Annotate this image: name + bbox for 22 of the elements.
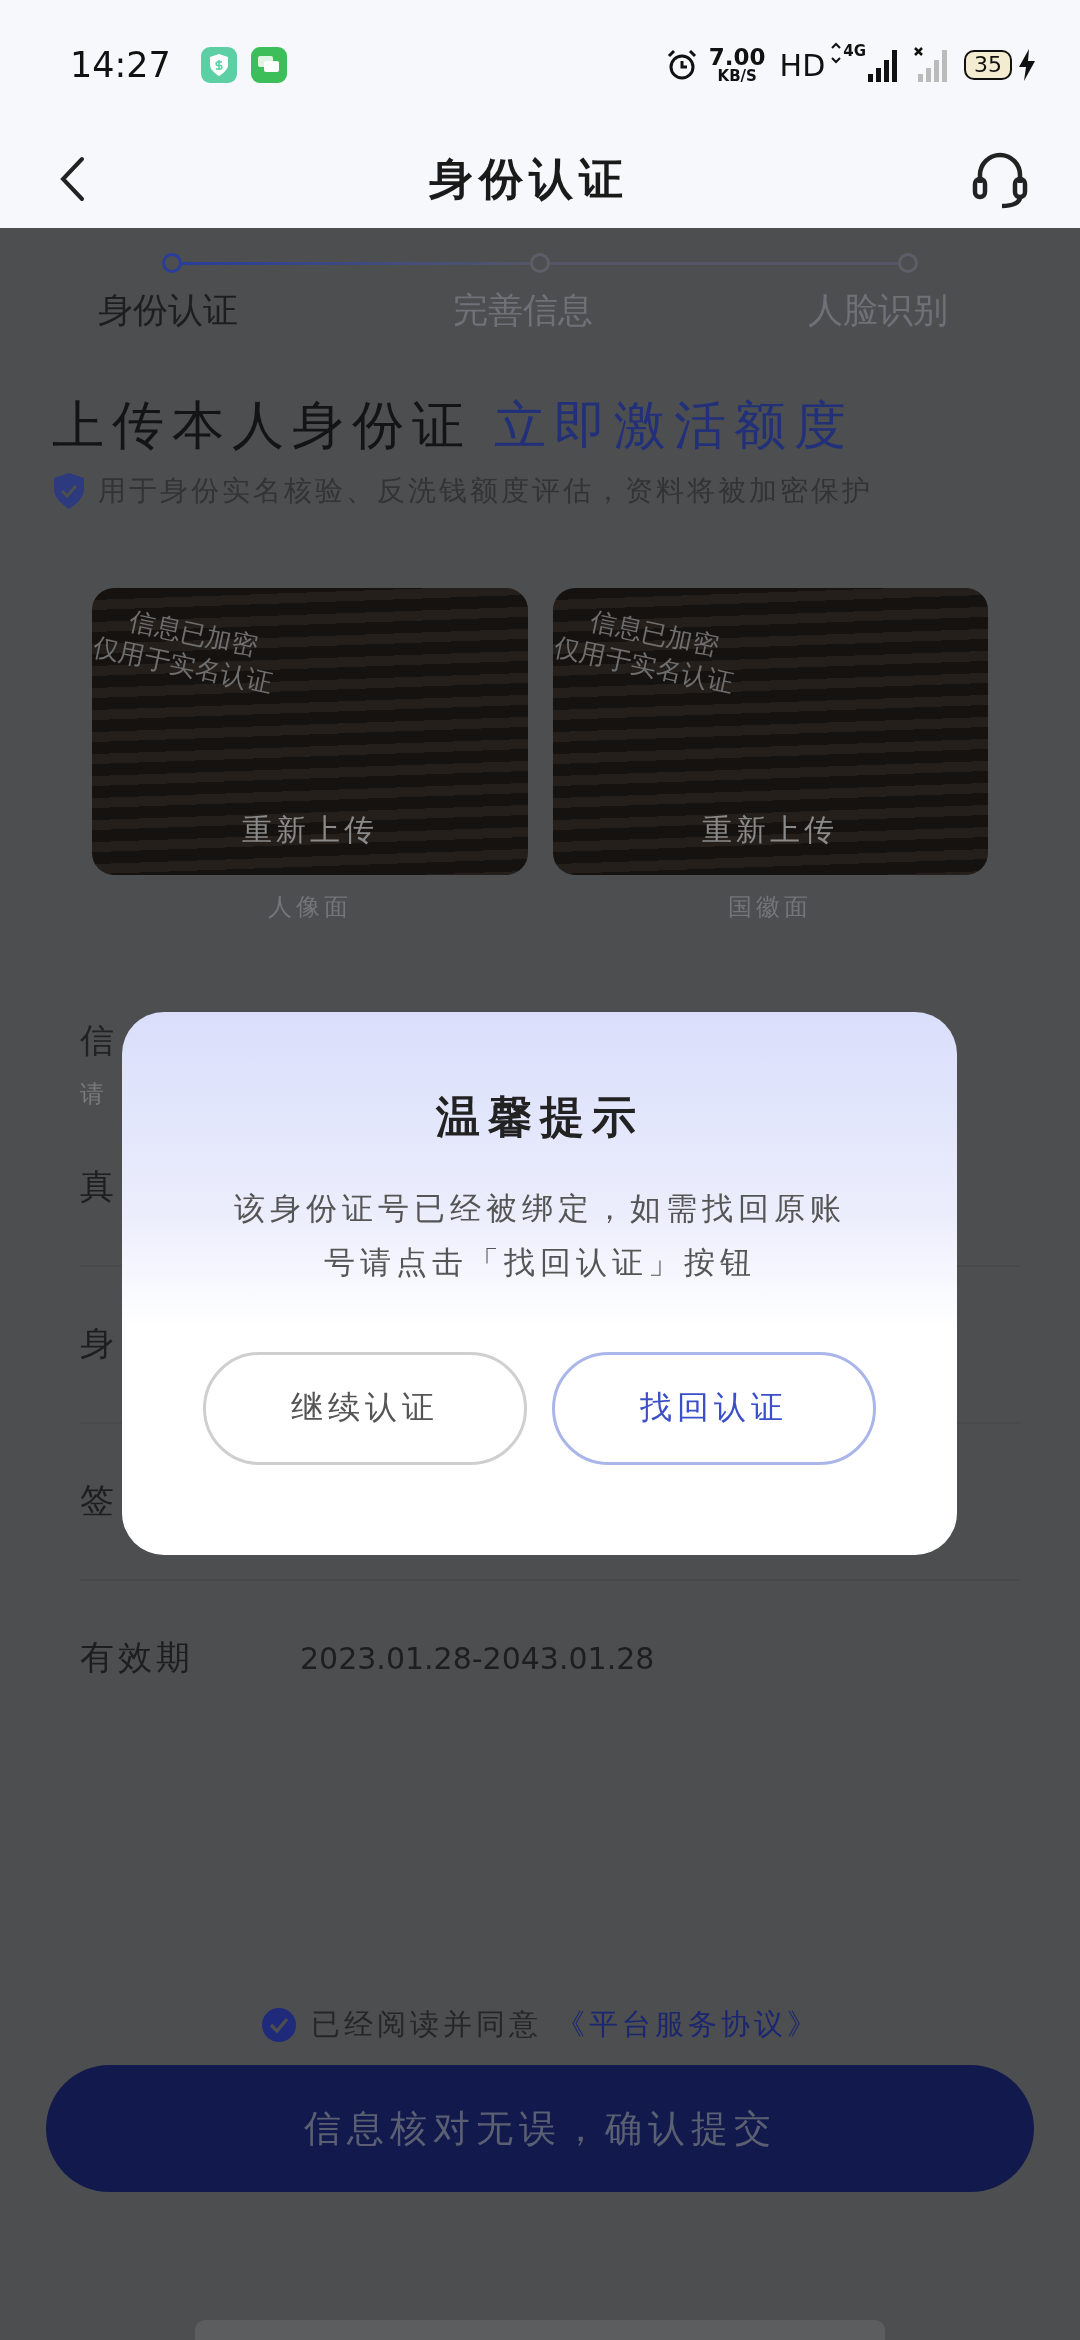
battery-indicator: 35 (964, 50, 1012, 80)
headline-text: 上传本人身份证 (52, 394, 472, 457)
reupload-button[interactable]: 重新上传 (694, 805, 847, 855)
chat-icon (250, 47, 287, 83)
recover-button[interactable]: 找回认证 (552, 1351, 876, 1465)
speed-unit: KB/S (717, 69, 757, 84)
clock-time: 14:27 (70, 45, 171, 85)
network-type: 4G (843, 42, 866, 60)
network-speed: 7.00 (708, 46, 766, 69)
agree-checkbox[interactable] (260, 2007, 297, 2043)
hd-label: HD (779, 47, 826, 83)
reupload-button[interactable]: 重新上传 (233, 805, 386, 855)
continue-button[interactable]: 继续认证 (203, 1351, 527, 1465)
dialog-message: 该身份证号已经被绑定，如需找回原账号请点击「找回认证」按钮 (232, 1189, 847, 1283)
charging-bolt-icon (1018, 49, 1036, 81)
shield-dollar-icon (200, 47, 237, 83)
no-signal-icon (914, 46, 950, 84)
shield-check-icon (52, 471, 86, 510)
page-title: 身份认证 (428, 151, 630, 206)
dialog-title: 温馨提示 (435, 1090, 644, 1144)
submit-button[interactable]: 信息核对无误，确认提交 (46, 2065, 1034, 2192)
updown-arrows-icon (831, 42, 842, 64)
